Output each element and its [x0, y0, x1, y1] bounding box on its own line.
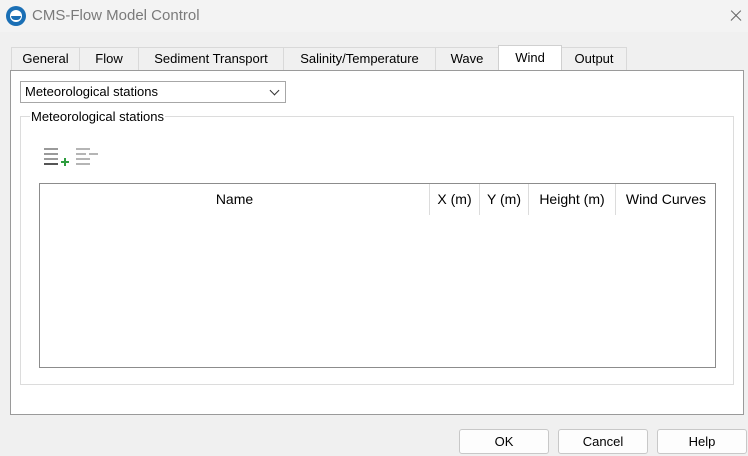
- column-header-wind-curves[interactable]: Wind Curves: [616, 184, 716, 215]
- tab-output[interactable]: Output: [561, 47, 627, 70]
- help-button[interactable]: Help: [657, 429, 747, 454]
- tab-general[interactable]: General: [11, 47, 80, 70]
- column-header-x[interactable]: X (m): [430, 184, 480, 215]
- wind-panel: Meteorological stations Meteorological s…: [10, 70, 744, 415]
- stations-table[interactable]: Name X (m) Y (m) Height (m) Wind Curves: [39, 183, 716, 368]
- cancel-button[interactable]: Cancel: [558, 429, 648, 454]
- app-icon: [6, 6, 26, 26]
- column-header-y[interactable]: Y (m): [480, 184, 529, 215]
- ok-button[interactable]: OK: [459, 429, 549, 454]
- title-bar: CMS-Flow Model Control: [0, 0, 748, 32]
- column-header-name[interactable]: Name: [40, 184, 430, 215]
- tab-flow[interactable]: Flow: [79, 47, 139, 70]
- chevron-down-icon: [269, 85, 280, 96]
- add-row-icon[interactable]: [41, 146, 69, 172]
- window-title: CMS-Flow Model Control: [32, 7, 200, 24]
- wind-source-dropdown[interactable]: Meteorological stations: [20, 81, 286, 103]
- tab-sediment-transport[interactable]: Sediment Transport: [138, 47, 284, 70]
- column-header-height[interactable]: Height (m): [529, 184, 616, 215]
- dropdown-value: Meteorological stations: [25, 84, 158, 99]
- tab-wind[interactable]: Wind: [498, 45, 562, 70]
- tab-bar: General Flow Sediment Transport Salinity…: [11, 45, 627, 70]
- close-icon[interactable]: [724, 4, 748, 28]
- tab-salinity-temperature[interactable]: Salinity/Temperature: [283, 47, 436, 70]
- group-title: Meteorological stations: [30, 109, 165, 124]
- tab-wave[interactable]: Wave: [435, 47, 499, 70]
- remove-row-icon[interactable]: [73, 146, 101, 172]
